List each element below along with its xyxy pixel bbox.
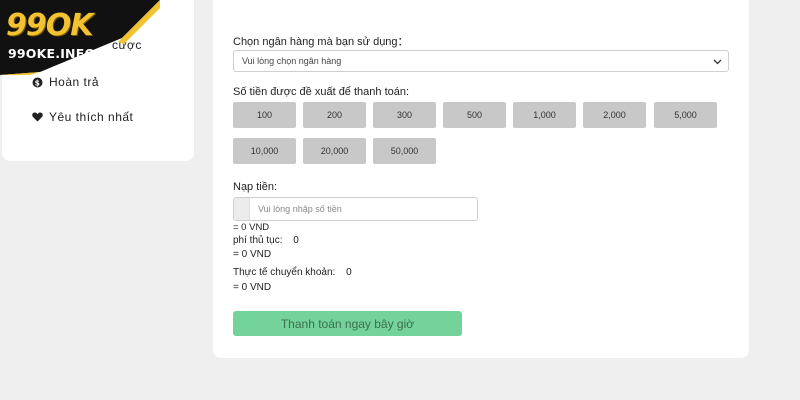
- fee-label: phí thủ tục:: [233, 235, 283, 246]
- coin-icon: $: [32, 77, 43, 88]
- sidebar-item-label: Hoàn trả: [49, 75, 100, 89]
- amount-chip-5000[interactable]: 5,000: [654, 102, 717, 128]
- amount-chip-100[interactable]: 100: [233, 102, 296, 128]
- sidebar-item-label: Yêu thích nhất: [49, 110, 134, 124]
- deposit-field: [233, 197, 478, 221]
- heart-icon: [32, 112, 43, 123]
- bank-select[interactable]: Vui lòng chọn ngân hàng: [233, 50, 729, 72]
- amount-chip-20000[interactable]: 20,000: [303, 138, 366, 164]
- pay-now-button[interactable]: Thanh toán ngay bây giờ: [233, 311, 462, 336]
- suggested-amounts-label: Số tiền được đề xuất để thanh toán:: [233, 86, 410, 98]
- brand-logo: 99OK 99OKE.INFO: [0, 0, 160, 75]
- amount-chip-2000[interactable]: 2,000: [583, 102, 646, 128]
- bank-select-value: Vui lòng chọn ngân hàng: [242, 56, 342, 66]
- fee-equivalent: = 0 VND: [233, 249, 272, 260]
- amount-chip-50000[interactable]: 50,000: [373, 138, 436, 164]
- actual-transfer-equivalent: = 0 VND: [233, 282, 272, 293]
- amount-chip-10000[interactable]: 10,000: [233, 138, 296, 164]
- actual-transfer-row: Thực tế chuyển khoản: 0: [233, 267, 352, 278]
- deposit-input[interactable]: [250, 198, 477, 220]
- logo-brand: 99OK: [6, 8, 93, 43]
- amount-chip-300[interactable]: 300: [373, 102, 436, 128]
- deposit-input-addon: [234, 198, 250, 220]
- amount-chip-200[interactable]: 200: [303, 102, 366, 128]
- bank-label: Chọn ngân hàng mà bạn sử dụng：: [233, 36, 409, 48]
- deposit-label: Nạp tiền:: [233, 181, 278, 193]
- sidebar-item-refund[interactable]: $ Hoàn trả: [32, 75, 99, 89]
- logo-domain: 99OKE.INFO: [8, 46, 96, 61]
- actual-transfer-label: Thực tế chuyển khoản:: [233, 267, 336, 278]
- fee-value: 0: [293, 235, 299, 246]
- actual-transfer-value: 0: [346, 267, 352, 278]
- deposit-equivalent: = 0 VND: [233, 222, 270, 233]
- chevron-down-icon: [713, 57, 722, 66]
- sidebar-item-favorites[interactable]: Yêu thích nhất: [32, 110, 133, 124]
- svg-text:$: $: [35, 78, 41, 87]
- amount-chip-1000[interactable]: 1,000: [513, 102, 576, 128]
- fee-row: phí thủ tục: 0: [233, 235, 299, 246]
- payment-panel: Chọn ngân hàng mà bạn sử dụng： Vui lòng …: [213, 0, 749, 358]
- amount-chip-500[interactable]: 500: [443, 102, 506, 128]
